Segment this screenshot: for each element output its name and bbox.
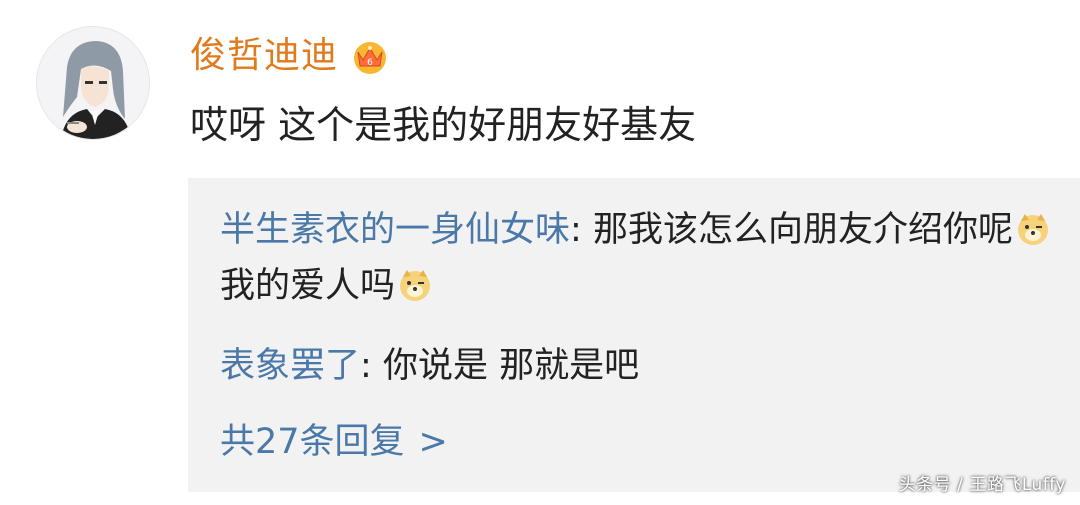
reply-text: 我的爱人吗 [220,266,396,306]
comment-card: 俊哲迪迪 6 哎呀 这个是我的好朋友好基友 半生素衣的一身仙女味: 那我该怎么向… [0,0,1080,505]
view-all-replies-link[interactable]: 共27条回复 > [220,414,448,470]
reply-separator: : [360,346,383,386]
reply-username[interactable]: 表象罢了 [220,346,360,386]
comment-text: 哎呀 这个是我的好朋友好基友 [190,103,697,147]
reply-text: 你说是 那就是吧 [382,346,640,386]
reply-username[interactable]: 半生素衣的一身仙女味 [220,210,570,250]
svg-text:6: 6 [367,58,373,68]
more-replies-label: 共27条回复 [220,422,405,462]
reply-text: 那我该怎么向朋友介绍你呢 [592,210,1013,250]
crown-badge-icon: 6 [354,42,387,74]
reply-item: 表象罢了: 你说是 那就是吧 [220,338,1060,394]
reply-separator: : [570,210,593,250]
username-row: 俊哲迪迪 6 [190,30,392,82]
doge-emoji-icon [400,270,431,301]
user-avatar[interactable] [36,26,150,140]
replies-box[interactable]: 半生素衣的一身仙女味: 那我该怎么向朋友介绍你呢 我的爱人吗 表象罢了: 你说是… [188,178,1080,492]
watermark: 头条号 / 王路飞Luffy [898,475,1066,495]
reply-item: 半生素衣的一身仙女味: 那我该怎么向朋友介绍你呢 我的爱人吗 [220,202,1060,314]
username[interactable]: 俊哲迪迪 [190,30,338,82]
doge-emoji-icon [1017,214,1048,245]
chevron-right-icon: > [418,422,448,462]
anime-avatar-icon [37,27,149,139]
